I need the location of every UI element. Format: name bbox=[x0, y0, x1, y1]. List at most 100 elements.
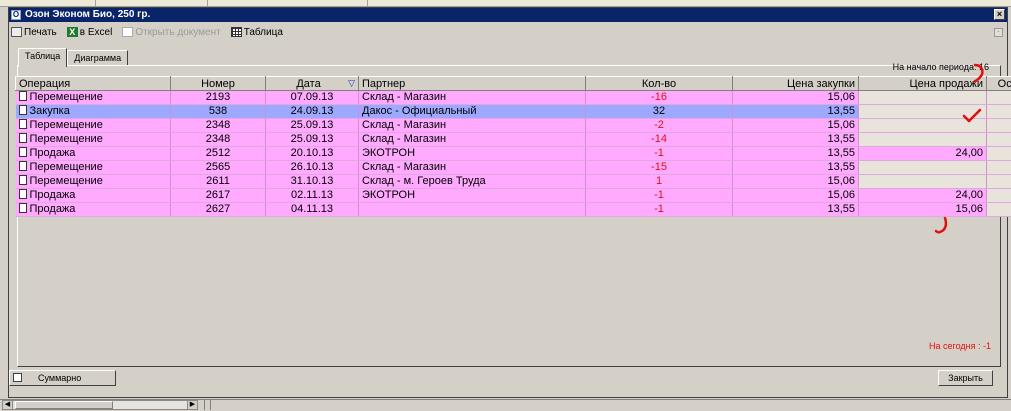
cell-rest: 1 bbox=[986, 174, 1011, 189]
document-icon bbox=[18, 105, 27, 115]
open-document-button[interactable]: Открыть документ bbox=[122, 27, 221, 38]
document-icon bbox=[18, 161, 27, 171]
title-bar: O Озон Эконом Био, 250 гр. × bbox=[9, 8, 1007, 22]
cell-qty: -1 bbox=[585, 202, 733, 217]
scroll-left-arrow-icon[interactable]: ◀ bbox=[3, 401, 13, 409]
cell-sell: 24,00 bbox=[858, 188, 987, 203]
table-label: Таблица bbox=[243, 26, 283, 38]
summary-label: Суммарно bbox=[38, 373, 82, 383]
annotation-hook-mark bbox=[934, 216, 948, 234]
today-label: На сегодня : bbox=[928, 341, 981, 351]
cell-sell bbox=[858, 132, 987, 147]
splitter bbox=[210, 400, 211, 410]
cell-buy: 15,06 bbox=[732, 174, 859, 189]
operation-label: Перемещение bbox=[29, 119, 103, 131]
today-value: -1 bbox=[982, 341, 991, 351]
cell-operation: Продажа bbox=[15, 188, 171, 203]
cell-rest: 0 bbox=[986, 160, 1011, 175]
summary-checkbox[interactable] bbox=[13, 373, 22, 382]
cell-rest: 16 bbox=[986, 132, 1011, 147]
table-row[interactable]: Перемещение 2611 31.10.13 Склад - м. Героев… bbox=[15, 174, 1011, 189]
document-icon bbox=[18, 189, 27, 199]
column-header-partner[interactable]: Партнер bbox=[358, 76, 586, 91]
cell-buy: 15,06 bbox=[732, 90, 859, 105]
cell-operation: Перемещение bbox=[15, 160, 171, 175]
cell-rest: 32 bbox=[986, 104, 1011, 119]
excel-label: в Excel bbox=[79, 26, 113, 38]
cell-date: 02.11.13 bbox=[265, 188, 359, 203]
cell-date: 31.10.13 bbox=[265, 174, 359, 189]
app-icon: O bbox=[11, 10, 21, 20]
table-row[interactable]: Перемещение 2565 26.10.13 Склад - Магазин -1… bbox=[15, 160, 1011, 175]
cell-partner bbox=[358, 202, 586, 217]
operation-label: Продажа bbox=[29, 147, 76, 159]
document-icon bbox=[18, 91, 27, 101]
operation-label: Закупка bbox=[29, 105, 70, 117]
document-icon bbox=[18, 119, 27, 129]
cell-partner: ЭКОТРОН bbox=[358, 188, 586, 203]
cell-partner: Склад - м. Героев Труда bbox=[358, 174, 586, 189]
column-header-number[interactable]: Номер bbox=[170, 76, 266, 91]
table-row[interactable]: Продажа 261702.11.13ЭКОТРОН-115,0624,000 bbox=[15, 188, 1011, 203]
column-header-date[interactable]: Дата ▽ bbox=[265, 76, 359, 91]
print-button[interactable]: Печать bbox=[11, 27, 57, 38]
close-button[interactable]: Закрыть bbox=[938, 370, 993, 386]
cell-qty: -15 bbox=[585, 160, 733, 175]
cell-number: 2512 bbox=[170, 146, 266, 161]
scrollbar-thumb[interactable] bbox=[15, 401, 113, 409]
operation-label: Перемещение bbox=[29, 91, 103, 103]
cell-rest: -1 bbox=[986, 202, 1011, 217]
cell-rest: 15 bbox=[986, 146, 1011, 161]
cell-sell: 24,00 bbox=[858, 146, 987, 161]
column-header-buy-price[interactable]: Цена закупки bbox=[732, 76, 859, 91]
cell-operation: Перемещение bbox=[15, 174, 171, 189]
background-app-header bbox=[0, 0, 1011, 7]
movement-table: Операция Номер Дата ▽ Партнер Кол-во Цена… bbox=[15, 76, 1011, 217]
window-title: Озон Эконом Био, 250 гр. bbox=[25, 9, 151, 20]
period-start-label: На начало периода: bbox=[892, 62, 977, 72]
print-label: Печать bbox=[24, 26, 57, 38]
cell-date: 26.10.13 bbox=[265, 160, 359, 175]
cell-buy: 13,55 bbox=[732, 132, 859, 147]
cell-buy: 13,55 bbox=[732, 202, 859, 217]
cell-operation: Перемещение bbox=[15, 90, 171, 105]
horizontal-scrollbar[interactable]: ◀ ▶ bbox=[2, 400, 198, 410]
column-header-qty[interactable]: Кол-во bbox=[585, 76, 733, 91]
table-row[interactable]: Продажа262704.11.13-113,5515,06-1 bbox=[15, 202, 1011, 217]
cell-number: 2627 bbox=[170, 202, 266, 217]
cell-operation: Продажа bbox=[15, 146, 171, 161]
cell-date: 25.09.13 bbox=[265, 132, 359, 147]
sort-descending-icon: ▽ bbox=[348, 77, 355, 88]
tab-chart[interactable]: Диаграмма bbox=[67, 50, 129, 66]
cell-number: 2617 bbox=[170, 188, 266, 203]
tab-table[interactable]: Таблица bbox=[18, 48, 68, 67]
table-row[interactable]: Перемещение 2348 25.09.13 Склад - Магазин -2… bbox=[15, 118, 1011, 133]
table-row[interactable]: Перемещение 2193 07.09.13 Склад - Магазин -1… bbox=[15, 90, 1011, 105]
cell-date: 04.11.13 bbox=[265, 202, 359, 217]
cell-number: 2348 bbox=[170, 118, 266, 133]
operation-label: Перемещение bbox=[29, 133, 103, 145]
scroll-right-arrow-icon[interactable]: ▶ bbox=[187, 401, 197, 409]
close-window-button[interactable]: × bbox=[994, 9, 1005, 20]
cell-qty: 32 bbox=[585, 104, 733, 119]
column-header-rest[interactable]: Остаток bbox=[986, 76, 1011, 91]
table-row[interactable]: Закупка 538 24.09.13 Дакос - Официальный 32 1… bbox=[15, 104, 1011, 119]
table-view-button[interactable]: Таблица bbox=[230, 26, 283, 38]
operation-label: Продажа bbox=[29, 203, 76, 215]
cell-partner: Склад - Магазин bbox=[358, 160, 586, 175]
cell-number: 538 bbox=[170, 104, 266, 119]
summary-toggle[interactable]: Суммарно bbox=[9, 370, 116, 386]
column-header-sell-price[interactable]: Цена продажи bbox=[858, 76, 987, 91]
cell-date: 07.09.13 bbox=[265, 90, 359, 105]
annotation-bracket-mark bbox=[973, 63, 984, 83]
document-icon bbox=[122, 27, 134, 37]
minimize-panel-button[interactable]: - bbox=[994, 28, 1003, 37]
cell-buy: 15,06 bbox=[732, 118, 859, 133]
printer-icon bbox=[11, 27, 22, 37]
cell-operation: Перемещение bbox=[15, 118, 171, 133]
export-excel-button[interactable]: X в Excel bbox=[66, 26, 113, 38]
toolbar: Печать X в Excel Открыть документ Таблиц… bbox=[11, 25, 293, 39]
table-row[interactable]: Перемещение 2348 25.09.13 Склад - Магазин -1… bbox=[15, 132, 1011, 147]
table-row[interactable]: Продажа 251220.10.13ЭКОТРОН-113,5524,0015 bbox=[15, 146, 1011, 161]
column-header-operation[interactable]: Операция bbox=[15, 76, 171, 91]
